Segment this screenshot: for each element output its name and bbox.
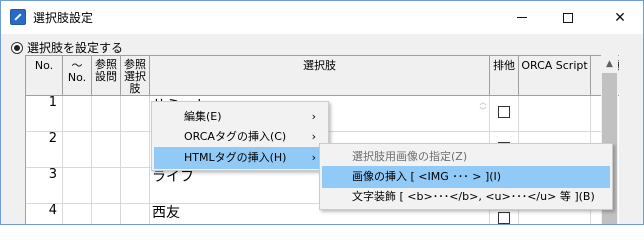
col-header-no[interactable]: No. <box>26 56 63 96</box>
scroll-up-icon[interactable]: ▲ <box>601 55 618 72</box>
app-icon <box>10 9 26 25</box>
radio-label: 選択肢を設定する <box>27 41 124 55</box>
menu-item-label: ORCAタグの挿入(C) <box>184 130 287 143</box>
grid-divider <box>91 96 92 224</box>
choice-cell[interactable]: 西友 <box>152 202 180 222</box>
col-header-ref-choice-line3: 肢 <box>129 82 141 95</box>
col-header-ref-setting[interactable]: 参照 設問 <box>92 56 121 96</box>
menu-item-label: HTMLタグの挿入(H) <box>184 151 287 164</box>
close-icon: ✕ <box>614 9 626 26</box>
maximize-icon <box>563 12 573 23</box>
menu-item-label: 編集(E) <box>184 110 222 123</box>
html-tag-submenu: 選択肢用画像の指定(Z) 画像の挿入 [ <IMG ･･･ > ](I) 文字装… <box>319 143 613 210</box>
submenu-arrow-icon: › <box>311 130 316 143</box>
submenu-arrow-icon: › <box>311 151 316 164</box>
col-header-ref-choice[interactable]: 参照 選択 肢 <box>121 56 150 96</box>
window-title: 選択肢設定 <box>33 11 94 25</box>
menu-item-edit[interactable]: 編集(E) › <box>154 106 326 128</box>
menu-item-insert-image[interactable]: 画像の挿入 [ <IMG ･･･ > ](I) <box>322 166 610 188</box>
radio-selected-icon[interactable] <box>11 41 23 54</box>
menu-item-text-decoration[interactable]: 文字装飾 [ <b>･･･</b>, <u>･･･</u> 等 ](B) <box>322 186 610 208</box>
close-button[interactable]: ✕ <box>597 1 643 34</box>
row-number: 4 <box>48 203 57 218</box>
exclusive-checkbox[interactable] <box>498 106 510 118</box>
maximize-button[interactable] <box>545 1 591 34</box>
spin-down-icon[interactable]: ﹀ <box>478 107 488 116</box>
menu-item-choice-image: 選択肢用画像の指定(Z) <box>352 150 468 163</box>
grid-divider <box>120 96 121 224</box>
menu-item-insert-html-tag[interactable]: HTMLタグの挿入(H) › <box>154 147 326 169</box>
submenu-arrow-icon: › <box>311 110 316 123</box>
minimize-button[interactable] <box>499 1 545 34</box>
dialog-window: 選択肢設定 ✕ 選択肢を設定する No. ～No. 参照 設問 参照 選択 肢 … <box>0 0 644 225</box>
exclusive-checkbox[interactable] <box>498 212 510 224</box>
row-number: 1 <box>48 95 57 110</box>
minimize-icon <box>517 17 527 18</box>
cell-spinner[interactable]: ︿ ﹀ <box>478 98 488 116</box>
set-choices-radio[interactable]: 選択肢を設定する <box>11 39 123 56</box>
spin-up-icon[interactable]: ︿ <box>478 98 488 107</box>
col-header-choice[interactable]: 選択肢 <box>150 56 490 96</box>
col-header-exclusive[interactable]: 排他 <box>490 56 519 96</box>
col-header-no-range[interactable]: ～No. <box>63 56 92 96</box>
context-menu: 編集(E) › ORCAタグの挿入(C) › HTMLタグの挿入(H) › <box>151 101 329 171</box>
title-bar[interactable]: 選択肢設定 ✕ <box>1 1 643 34</box>
grid-header: No. ～No. 参照 設問 参照 選択 肢 選択肢 排他 ORCA Scrip… <box>26 56 619 96</box>
menu-item-insert-orca-tag[interactable]: ORCAタグの挿入(C) › <box>154 126 326 148</box>
col-header-ref-setting-line2: 設問 <box>95 70 117 83</box>
grid-divider <box>149 96 150 224</box>
col-header-orca-script[interactable]: ORCA Script <box>519 56 591 96</box>
row-number: 3 <box>48 167 57 182</box>
row-number: 2 <box>48 131 57 146</box>
